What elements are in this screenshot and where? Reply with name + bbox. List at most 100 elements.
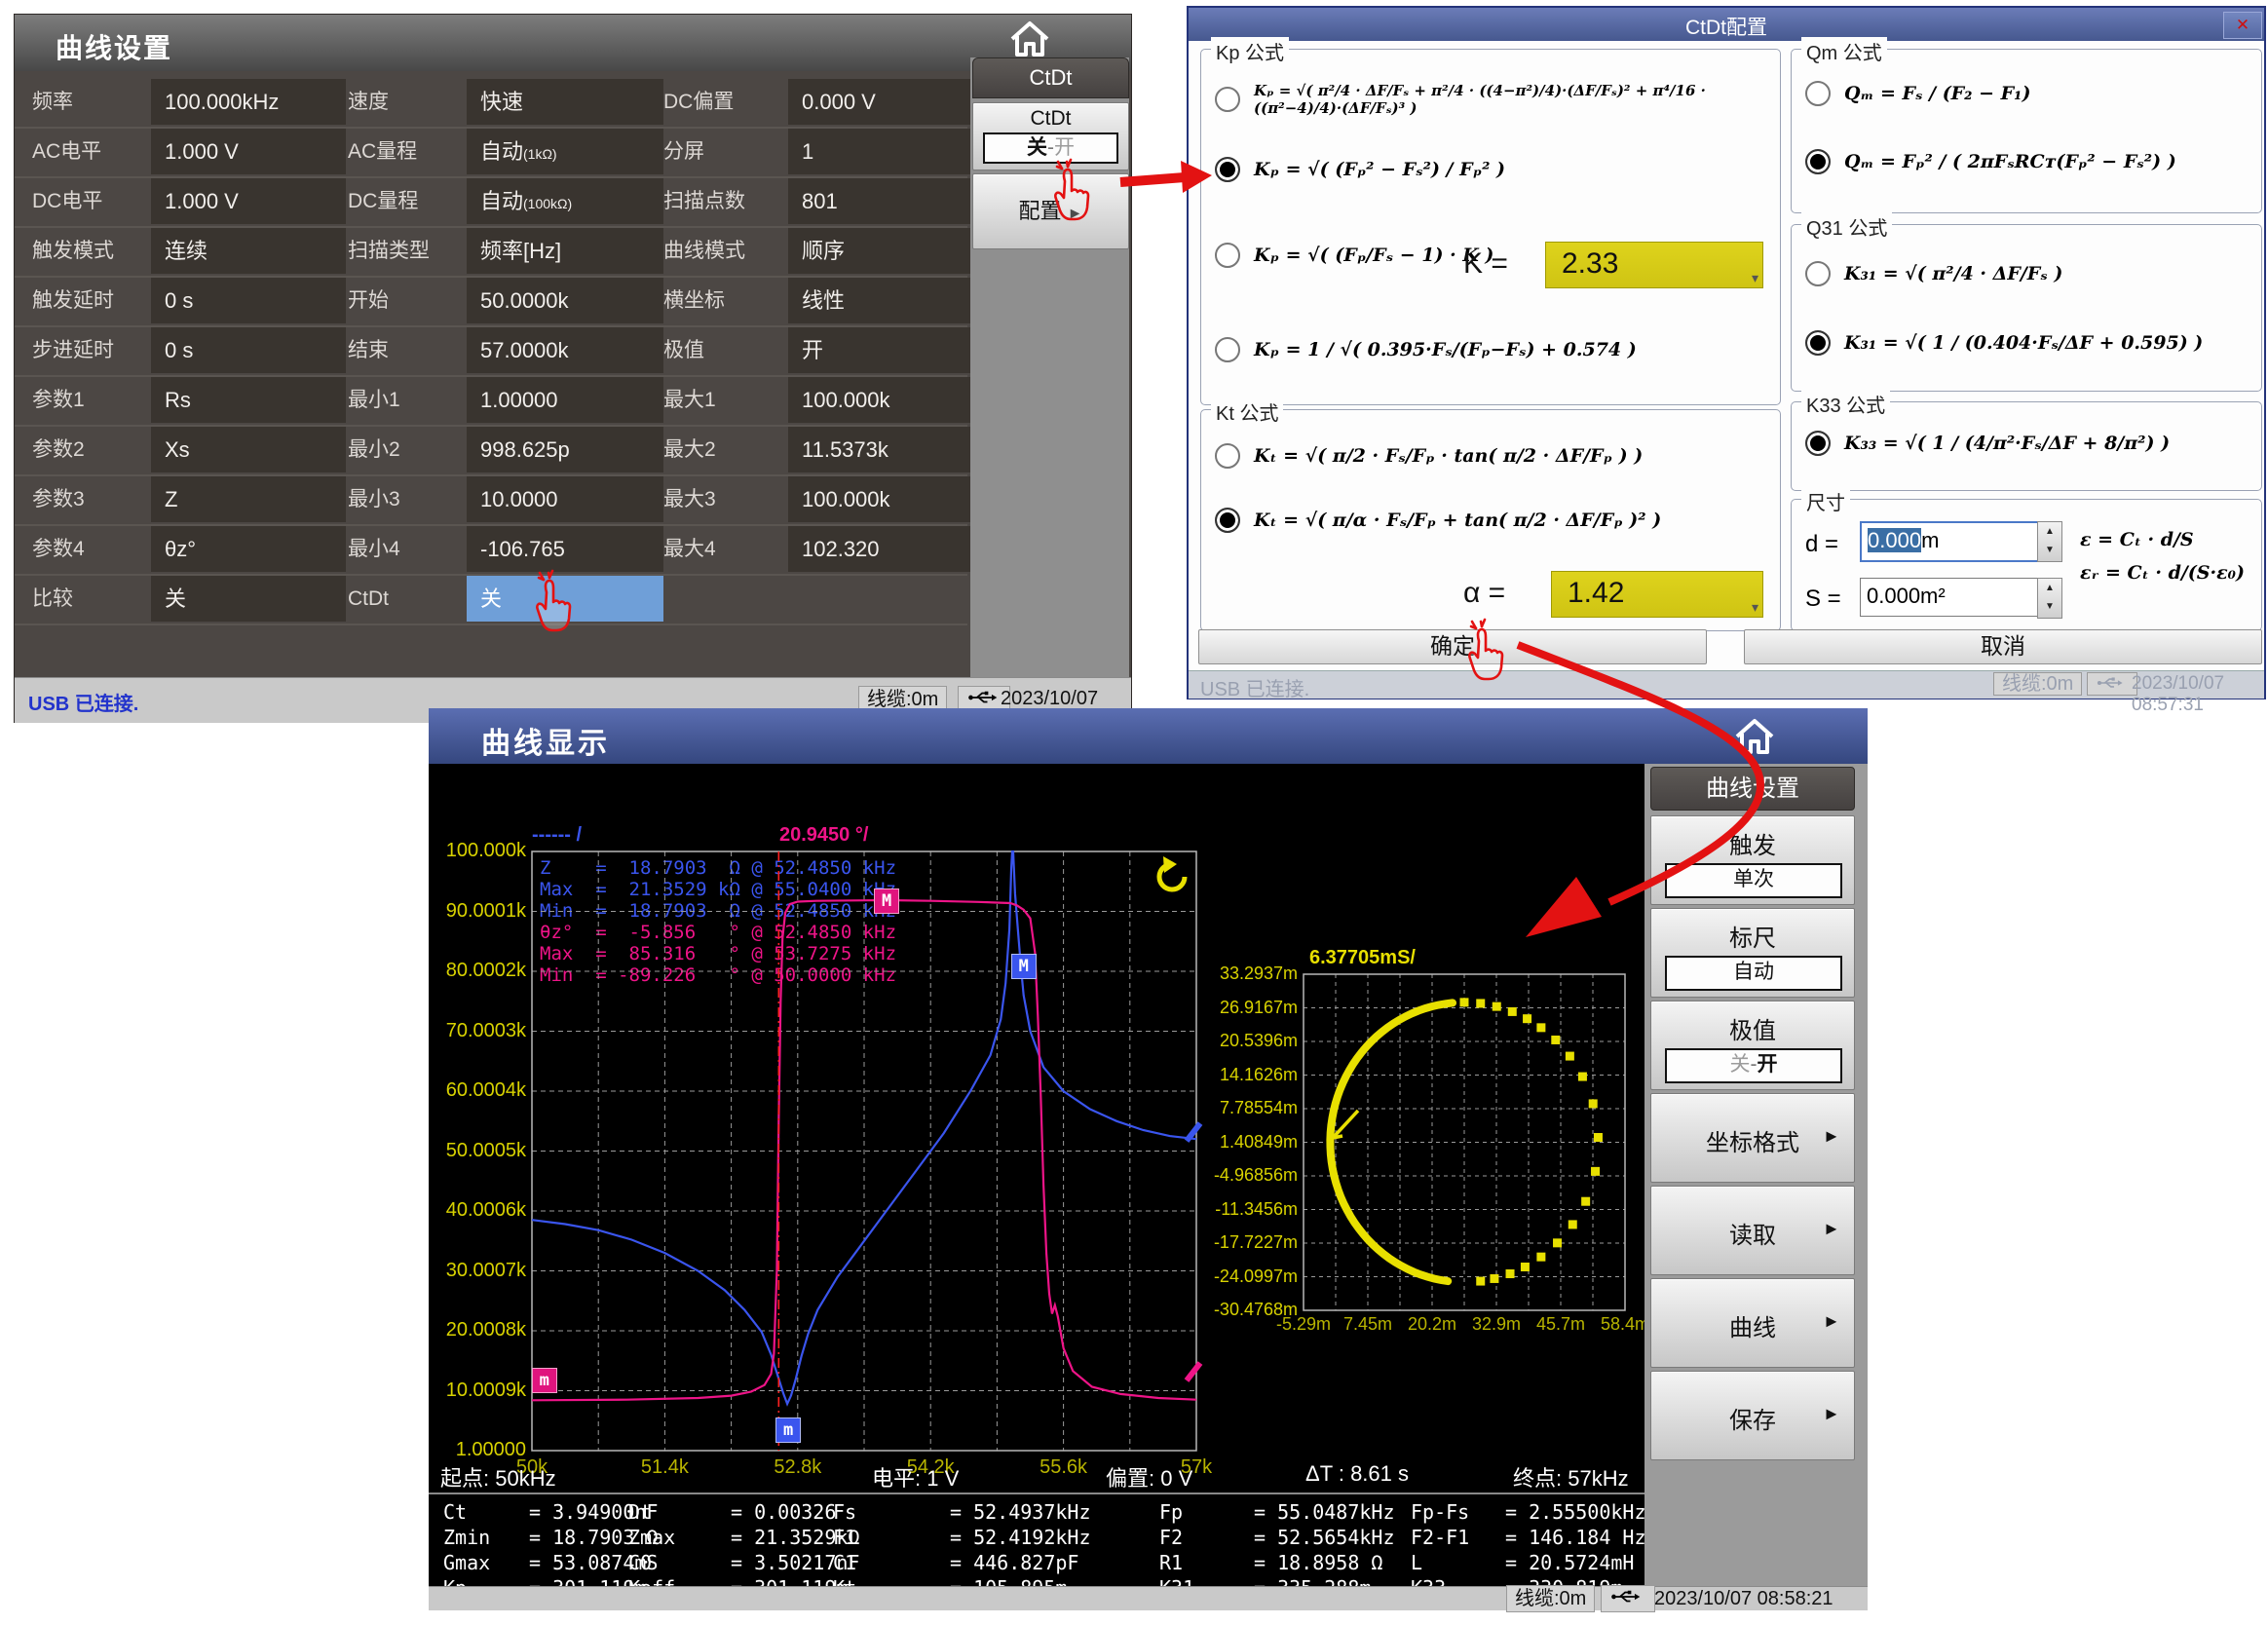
settings-value-ctdt-highlight[interactable]: 关 [467, 576, 663, 622]
settings-label: 比较 [22, 576, 155, 622]
settings-value[interactable]: 100.000k [788, 377, 981, 423]
settings-label: 参数3 [22, 476, 155, 522]
settings-value[interactable]: 关 [151, 576, 346, 622]
settings-value[interactable]: -106.765 [467, 526, 663, 572]
kp-option-1[interactable]: Kₚ = √( π²/4 · ΔF/Fₛ + π²/4 · ((4−π²)/4)… [1201, 69, 1772, 130]
kp-option-4[interactable]: Kₚ = 1 / √( 0.395·Fₛ/(Fₚ−Fₛ) + 0.574 ) [1201, 323, 1772, 376]
ctdt-toggle-button[interactable]: CtDt 关-开 [972, 102, 1129, 170]
q31-option-1[interactable]: K₃₁ = √( π²/4 · ΔF/Fₛ ) [1792, 246, 2253, 301]
settings-value[interactable]: 1.00000 [467, 377, 663, 423]
k-coefficient-label: K = [1463, 247, 1508, 281]
result-cell-Dt: Dt= 0.00326 [628, 1500, 836, 1524]
settings-value[interactable]: Xs [151, 427, 346, 472]
sidebar-button-标尺[interactable]: 标尺自动 [1650, 908, 1855, 998]
qm-option-2[interactable]: Qₘ = Fₚ² / ( 2πFₛRCᴛ(Fₚ² − Fₛ²) ) [1792, 132, 2253, 192]
settings-value[interactable]: 102.320 [788, 526, 981, 572]
d-label: d = [1805, 531, 1838, 558]
settings-value[interactable]: 开 [788, 327, 981, 373]
k-coefficient-dropdown[interactable]: 2.33▾ [1545, 242, 1763, 288]
kp-radio-2-selected[interactable] [1215, 157, 1240, 182]
cancel-button[interactable]: 取消 [1744, 629, 2262, 664]
settings-value[interactable]: 自动(1kΩ) [467, 129, 663, 174]
ctdt-config-button[interactable]: 配置 ► [972, 173, 1129, 249]
qm-radio-1[interactable] [1805, 81, 1831, 106]
settings-value[interactable]: Z [151, 476, 346, 522]
q31-radio-2-selected[interactable] [1805, 330, 1831, 356]
kp-option-2[interactable]: Kₚ = √( (Fₚ² − Fₛ²) / Fₚ² ) [1201, 143, 1772, 196]
settings-value[interactable]: 连续 [151, 228, 346, 274]
d-spinner[interactable]: ▲ ▼ [2037, 521, 2062, 562]
footer-stat: ΔT : 8.61 s [1305, 1461, 1409, 1487]
sidebar-button-读取[interactable]: 读取► [1650, 1186, 1855, 1275]
chevron-down-icon: ▾ [1752, 586, 1758, 628]
kp-radio-3[interactable] [1215, 243, 1240, 268]
kp-radio-1[interactable] [1215, 87, 1240, 112]
settings-value[interactable]: Rs [151, 377, 346, 423]
kt-radio-2-selected[interactable] [1215, 508, 1240, 533]
settings-value[interactable]: 100.000k [788, 476, 981, 522]
settings-value[interactable]: 顺序 [788, 228, 981, 274]
settings-value[interactable]: 快速 [467, 79, 663, 125]
d-input[interactable]: 0.000m [1860, 521, 2043, 562]
settings-value[interactable]: 线性 [788, 278, 981, 323]
settings-value[interactable]: 801 [788, 178, 981, 224]
settings-value[interactable]: 1.000 V [151, 178, 346, 224]
settings-value[interactable]: 频率[Hz] [467, 228, 663, 274]
alpha-coefficient-dropdown[interactable]: 1.42▾ [1551, 571, 1763, 618]
settings-label: 横坐标 [654, 278, 792, 323]
main-chart-svg [532, 851, 1196, 1451]
s-spinner[interactable]: ▲ ▼ [2037, 578, 2062, 619]
sidebar-button-保存[interactable]: 保存► [1650, 1371, 1855, 1460]
settings-label: 最小3 [338, 476, 471, 522]
kt-option-2[interactable]: Kₜ = √( π/α · Fₛ/Fₚ + tan( π/2 · ΔF/Fₚ )… [1201, 490, 1772, 550]
sidebar-button-极值[interactable]: 极值关-开 [1650, 1001, 1855, 1090]
trace-marker-M: M [874, 888, 899, 914]
result-cell-C1: C1= 446.827pF [833, 1551, 1078, 1574]
kt-radio-1[interactable] [1215, 443, 1240, 469]
settings-value[interactable]: 自动(100kΩ) [467, 178, 663, 224]
kp-radio-4[interactable] [1215, 337, 1240, 362]
legend-theta: 20.9450 °/ [779, 824, 868, 847]
settings-value[interactable]: 11.5373k [788, 427, 981, 472]
kt-option-1[interactable]: Kₜ = √( π/2 · Fₛ/Fₚ · tan( π/2 · ΔF/Fₚ )… [1201, 432, 1772, 480]
result-cell-Zmin: Zmin= 18.7903 Ω [443, 1526, 658, 1549]
settings-value[interactable]: 1.000 V [151, 129, 346, 174]
settings-value[interactable]: 998.625p [467, 427, 663, 472]
sidebar-button-曲线[interactable]: 曲线► [1650, 1278, 1855, 1368]
settings-value[interactable]: 0 s [151, 278, 346, 323]
cable-status-c: 线缆:0m [1506, 1585, 1595, 1612]
k33-radio-1-selected[interactable] [1805, 431, 1831, 456]
datetime-c: 2023/10/07 08:58:21 [1654, 1588, 1833, 1610]
q31-formula-1: K₃₁ = √( π²/4 · ΔF/Fₛ ) [1844, 263, 2062, 284]
main-y-tick: 20.0008k [435, 1319, 526, 1342]
home-icon-c[interactable] [1730, 716, 1779, 757]
settings-label: DC电平 [22, 178, 155, 224]
settings-value[interactable]: 0 s [151, 327, 346, 373]
q31-radio-1[interactable] [1805, 261, 1831, 286]
refresh-icon[interactable] [1152, 855, 1194, 898]
close-icon[interactable]: ✕ [2223, 12, 2262, 39]
sidebar-button-触发[interactable]: 触发单次 [1650, 815, 1855, 905]
settings-label: 频率 [22, 79, 155, 125]
settings-value[interactable]: 50.0000k [467, 278, 663, 323]
qm-option-1[interactable]: Qₘ = Fₛ / (F₂ − F₁) [1792, 68, 2253, 119]
dialog-titlebar[interactable]: CtDt配置 ✕ [1189, 8, 2264, 41]
home-icon[interactable] [1005, 19, 1054, 59]
settings-value[interactable]: 1 [788, 129, 981, 174]
k33-option-1[interactable]: K₃₃ = √( 1 / (4/π²·Fₛ/ΔF + 8/π²) ) [1792, 411, 2253, 475]
curve-settings-titlebar: 曲线设置 [15, 15, 1131, 71]
sidebar-button-坐标格式[interactable]: 坐标格式► [1650, 1093, 1855, 1183]
q31-formula-group: Q31 公式K₃₁ = √( π²/4 · ΔF/Fₛ )K₃₁ = √( 1 … [1791, 224, 2262, 392]
trace-marker-m: m [775, 1417, 801, 1443]
settings-value[interactable]: 10.0000 [467, 476, 663, 522]
circle-y-tick: 14.1626m [1210, 1065, 1298, 1085]
ok-button[interactable]: 确定 [1198, 629, 1707, 664]
qm-radio-2-selected[interactable] [1805, 149, 1831, 174]
q31-option-2[interactable]: K₃₁ = √( 1 / (0.404·Fₛ/ΔF + 0.595) ) [1792, 311, 2253, 374]
settings-value[interactable]: θz° [151, 526, 346, 572]
settings-label: 参数2 [22, 427, 155, 472]
settings-value[interactable]: 0.000 V [788, 79, 981, 125]
settings-value[interactable]: 100.000kHz [151, 79, 346, 125]
settings-value[interactable]: 57.0000k [467, 327, 663, 373]
s-input[interactable]: 0.000m² [1860, 578, 2041, 617]
